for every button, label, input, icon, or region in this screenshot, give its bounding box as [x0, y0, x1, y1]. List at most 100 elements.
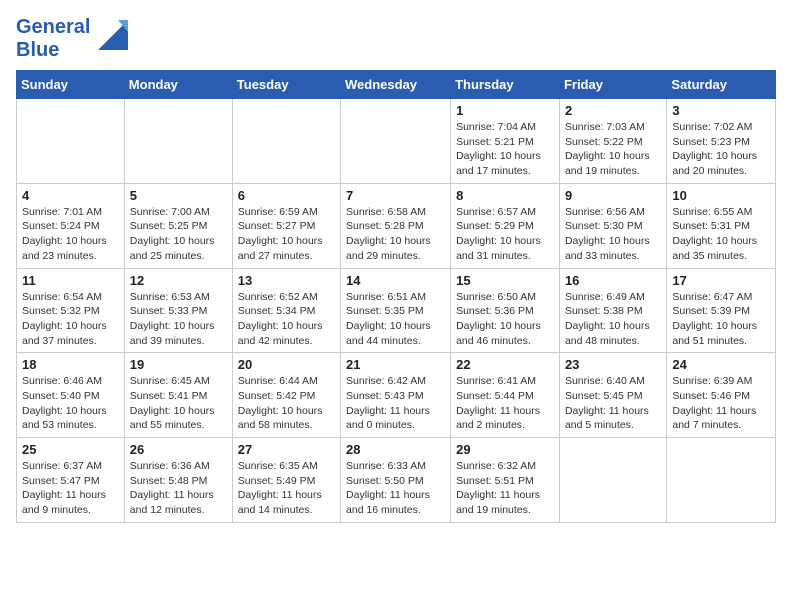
day-number: 20 [238, 357, 335, 372]
calendar-cell: 11 Sunrise: 6:54 AMSunset: 5:32 PMDayligh… [17, 268, 125, 353]
calendar-cell: 7Sunrise: 6:58 AMSunset: 5:28 PMDaylight… [341, 183, 451, 268]
day-number: 1 [456, 103, 554, 118]
calendar-cell [341, 99, 451, 184]
calendar-cell: 20 Sunrise: 6:44 AMSunset: 5:42 PMDayligh… [232, 353, 340, 438]
calendar-cell [667, 438, 776, 523]
calendar-header-row: SundayMondayTuesdayWednesdayThursdayFrid… [17, 71, 776, 99]
day-info: Sunrise: 6:39 AMSunset: 5:46 PMDaylight:… [672, 374, 770, 433]
column-header-thursday: Thursday [451, 71, 560, 99]
calendar: SundayMondayTuesdayWednesdayThursdayFrid… [16, 70, 776, 523]
day-number: 24 [672, 357, 770, 372]
calendar-cell: 13 Sunrise: 6:52 AMSunset: 5:34 PMDayligh… [232, 268, 340, 353]
day-info: Sunrise: 6:44 AMSunset: 5:42 PMDaylight:… [238, 374, 335, 433]
calendar-cell: 29 Sunrise: 6:32 AMSunset: 5:51 PMDayligh… [451, 438, 560, 523]
day-number: 29 [456, 442, 554, 457]
column-header-friday: Friday [559, 71, 666, 99]
column-header-saturday: Saturday [667, 71, 776, 99]
day-number: 22 [456, 357, 554, 372]
calendar-week-row: 1 Sunrise: 7:04 AMSunset: 5:21 PMDaylight… [17, 99, 776, 184]
calendar-cell: 27Sunrise: 6:35 AMSunset: 5:49 PMDayligh… [232, 438, 340, 523]
day-info: Sunrise: 6:54 AMSunset: 5:32 PMDaylight:… [22, 290, 119, 349]
day-number: 7 [346, 188, 445, 203]
day-info: Sunrise: 7:02 AMSunset: 5:23 PMDaylight:… [672, 120, 770, 179]
logo-triangle-icon [98, 20, 128, 50]
day-number: 17 [672, 273, 770, 288]
day-info: Sunrise: 6:32 AMSunset: 5:51 PMDaylight:… [456, 459, 554, 518]
calendar-cell: 23 Sunrise: 6:40 AMSunset: 5:45 PMDayligh… [559, 353, 666, 438]
day-number: 3 [672, 103, 770, 118]
calendar-cell: 2Sunrise: 7:03 AMSunset: 5:22 PMDaylight… [559, 99, 666, 184]
day-number: 14 [346, 273, 445, 288]
calendar-cell [124, 99, 232, 184]
day-number: 19 [130, 357, 227, 372]
calendar-cell: 25 Sunrise: 6:37 AMSunset: 5:47 PMDayligh… [17, 438, 125, 523]
calendar-cell: 10 Sunrise: 6:55 AMSunset: 5:31 PMDayligh… [667, 183, 776, 268]
calendar-cell: 24 Sunrise: 6:39 AMSunset: 5:46 PMDayligh… [667, 353, 776, 438]
day-info: Sunrise: 6:57 AMSunset: 5:29 PMDaylight:… [456, 205, 554, 264]
day-number: 25 [22, 442, 119, 457]
calendar-cell: 5 Sunrise: 7:00 AMSunset: 5:25 PMDaylight… [124, 183, 232, 268]
day-number: 11 [22, 273, 119, 288]
calendar-cell [232, 99, 340, 184]
calendar-cell: 15 Sunrise: 6:50 AMSunset: 5:36 PMDayligh… [451, 268, 560, 353]
calendar-cell: 18Sunrise: 6:46 AMSunset: 5:40 PMDayligh… [17, 353, 125, 438]
day-info: Sunrise: 6:40 AMSunset: 5:45 PMDaylight:… [565, 374, 661, 433]
calendar-cell: 9Sunrise: 6:56 AMSunset: 5:30 PMDaylight… [559, 183, 666, 268]
calendar-cell: 12 Sunrise: 6:53 AMSunset: 5:33 PMDayligh… [124, 268, 232, 353]
day-number: 2 [565, 103, 661, 118]
day-number: 10 [672, 188, 770, 203]
calendar-week-row: 18Sunrise: 6:46 AMSunset: 5:40 PMDayligh… [17, 353, 776, 438]
column-header-tuesday: Tuesday [232, 71, 340, 99]
day-info: Sunrise: 7:00 AMSunset: 5:25 PMDaylight:… [130, 205, 227, 264]
day-info: Sunrise: 6:49 AMSunset: 5:38 PMDaylight:… [565, 290, 661, 349]
day-info: Sunrise: 7:04 AMSunset: 5:21 PMDaylight:… [456, 120, 554, 179]
day-number: 28 [346, 442, 445, 457]
header: General Blue [16, 16, 776, 62]
calendar-cell: 1 Sunrise: 7:04 AMSunset: 5:21 PMDaylight… [451, 99, 560, 184]
day-info: Sunrise: 6:52 AMSunset: 5:34 PMDaylight:… [238, 290, 335, 349]
day-info: Sunrise: 7:01 AMSunset: 5:24 PMDaylight:… [22, 205, 119, 264]
logo: General Blue [16, 16, 128, 62]
calendar-cell: 26 Sunrise: 6:36 AMSunset: 5:48 PMDayligh… [124, 438, 232, 523]
day-number: 18 [22, 357, 119, 372]
day-number: 5 [130, 188, 227, 203]
calendar-cell: 14 Sunrise: 6:51 AMSunset: 5:35 PMDayligh… [341, 268, 451, 353]
day-info: Sunrise: 6:55 AMSunset: 5:31 PMDaylight:… [672, 205, 770, 264]
day-number: 8 [456, 188, 554, 203]
day-number: 15 [456, 273, 554, 288]
day-info: Sunrise: 6:41 AMSunset: 5:44 PMDaylight:… [456, 374, 554, 433]
day-info: Sunrise: 6:50 AMSunset: 5:36 PMDaylight:… [456, 290, 554, 349]
logo-line2: Blue [16, 39, 90, 62]
calendar-cell: 17 Sunrise: 6:47 AMSunset: 5:39 PMDayligh… [667, 268, 776, 353]
day-number: 21 [346, 357, 445, 372]
calendar-cell: 22 Sunrise: 6:41 AMSunset: 5:44 PMDayligh… [451, 353, 560, 438]
calendar-cell: 19 Sunrise: 6:45 AMSunset: 5:41 PMDayligh… [124, 353, 232, 438]
calendar-cell: 28Sunrise: 6:33 AMSunset: 5:50 PMDayligh… [341, 438, 451, 523]
day-number: 4 [22, 188, 119, 203]
day-info: Sunrise: 6:53 AMSunset: 5:33 PMDaylight:… [130, 290, 227, 349]
calendar-week-row: 4 Sunrise: 7:01 AMSunset: 5:24 PMDaylight… [17, 183, 776, 268]
day-info: Sunrise: 6:37 AMSunset: 5:47 PMDaylight:… [22, 459, 119, 518]
day-number: 26 [130, 442, 227, 457]
day-number: 9 [565, 188, 661, 203]
day-number: 12 [130, 273, 227, 288]
calendar-cell: 6Sunrise: 6:59 AMSunset: 5:27 PMDaylight… [232, 183, 340, 268]
column-header-monday: Monday [124, 71, 232, 99]
calendar-cell: 3 Sunrise: 7:02 AMSunset: 5:23 PMDaylight… [667, 99, 776, 184]
day-number: 13 [238, 273, 335, 288]
day-info: Sunrise: 6:45 AMSunset: 5:41 PMDaylight:… [130, 374, 227, 433]
day-info: Sunrise: 6:42 AMSunset: 5:43 PMDaylight:… [346, 374, 445, 433]
day-number: 16 [565, 273, 661, 288]
day-number: 27 [238, 442, 335, 457]
day-number: 23 [565, 357, 661, 372]
calendar-cell: 4 Sunrise: 7:01 AMSunset: 5:24 PMDaylight… [17, 183, 125, 268]
day-info: Sunrise: 6:51 AMSunset: 5:35 PMDaylight:… [346, 290, 445, 349]
logo-line1: General [16, 16, 90, 39]
day-info: Sunrise: 6:47 AMSunset: 5:39 PMDaylight:… [672, 290, 770, 349]
day-info: Sunrise: 6:36 AMSunset: 5:48 PMDaylight:… [130, 459, 227, 518]
day-number: 6 [238, 188, 335, 203]
calendar-cell: 8 Sunrise: 6:57 AMSunset: 5:29 PMDaylight… [451, 183, 560, 268]
calendar-cell [17, 99, 125, 184]
calendar-week-row: 11 Sunrise: 6:54 AMSunset: 5:32 PMDayligh… [17, 268, 776, 353]
calendar-cell: 16 Sunrise: 6:49 AMSunset: 5:38 PMDayligh… [559, 268, 666, 353]
